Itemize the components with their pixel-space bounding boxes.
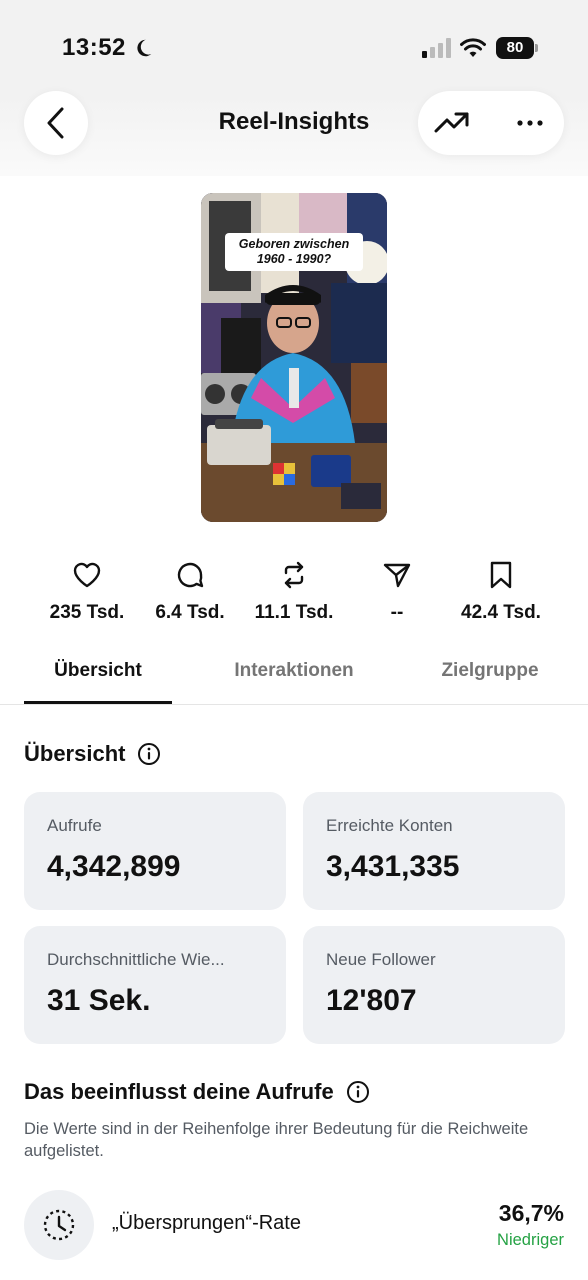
reposts-count: 11.1 Tsd. (254, 602, 334, 623)
status-bar: 13:52 80 (0, 0, 588, 96)
comments-count: 6.4 Tsd. (155, 602, 225, 623)
stat-card-value: 12'807 (326, 984, 417, 1017)
status-time: 13:52 (62, 34, 126, 61)
header-actions (418, 91, 564, 155)
repost-icon (284, 561, 304, 589)
metric-reposts: 11.1 Tsd. (242, 560, 346, 624)
reel-caption-line2: 1960 - 1990? (256, 252, 332, 266)
influence-title-text: Das beeinflusst deine Aufrufe (24, 1079, 334, 1104)
skip-rate-status: Niedriger (497, 1231, 564, 1249)
tab-interactions[interactable]: Interaktionen (210, 660, 378, 682)
wifi-icon (460, 38, 486, 57)
comment-icon (177, 562, 204, 588)
share-icon (383, 563, 411, 588)
moon-icon (137, 39, 152, 57)
battery-icon: 80 (496, 37, 538, 59)
stat-card-label: Durchschnittliche Wie... (47, 950, 225, 969)
reel-thumbnail[interactable]: Geboren zwischen 1960 - 1990? (201, 193, 387, 522)
trending-up-icon (434, 112, 469, 133)
stat-card-average-watch-time[interactable]: Durchschnittliche Wie... 31 Sek. (24, 926, 286, 1044)
tab-audience[interactable]: Zielgruppe (424, 660, 556, 682)
shares-count: -- (390, 602, 404, 623)
cellular-signal-icon (422, 38, 451, 58)
stat-card-value: 4,342,899 (47, 850, 181, 883)
skip-rate-icon-wrapper (24, 1190, 94, 1260)
saves-count: 42.4 Tsd. (461, 602, 541, 623)
stat-card-label: Aufrufe (47, 816, 102, 835)
heart-icon (73, 562, 101, 588)
stat-card-value: 31 Sek. (47, 984, 151, 1017)
reel-caption-line1: Geboren zwischen (238, 237, 350, 251)
tab-divider (0, 704, 588, 705)
influence-section-title: Das beeinflusst deine Aufrufe (24, 1079, 370, 1105)
overview-title-text: Übersicht (24, 741, 126, 766)
trend-button[interactable] (432, 105, 472, 141)
clock-dashed-icon (43, 1209, 75, 1241)
metric-shares: -- (345, 560, 449, 624)
more-options-button[interactable] (510, 105, 550, 141)
info-icon[interactable] (137, 742, 161, 766)
metric-saves: 42.4 Tsd. (449, 560, 553, 624)
metric-comments: 6.4 Tsd. (138, 560, 242, 624)
battery-level: 80 (496, 37, 534, 59)
metric-likes: 235 Tsd. (35, 560, 139, 624)
likes-count: 235 Tsd. (49, 602, 125, 623)
stat-card-label: Erreichte Konten (326, 816, 453, 835)
overview-section-title: Übersicht (24, 741, 161, 767)
stat-card-views: Aufrufe 4,342,899 (24, 792, 286, 910)
info-icon[interactable] (346, 1080, 370, 1104)
influence-description: Die Werte sind in der Reihenfolge ihrer … (24, 1120, 529, 1160)
reel-caption: Geboren zwischen 1960 - 1990? (225, 233, 363, 271)
more-horizontal-icon (517, 120, 543, 126)
stat-card-new-followers: Neue Follower 12'807 (303, 926, 565, 1044)
skip-rate-value: 36,7% (498, 1200, 564, 1226)
tab-overview[interactable]: Übersicht (24, 660, 172, 682)
stat-card-value: 3,431,335 (326, 850, 460, 883)
bookmark-icon (490, 561, 512, 589)
stat-card-label: Neue Follower (326, 950, 436, 969)
skip-rate-label: „Übersprungen“-Rate (112, 1212, 301, 1234)
stat-card-accounts-reached: Erreichte Konten 3,431,335 (303, 792, 565, 910)
